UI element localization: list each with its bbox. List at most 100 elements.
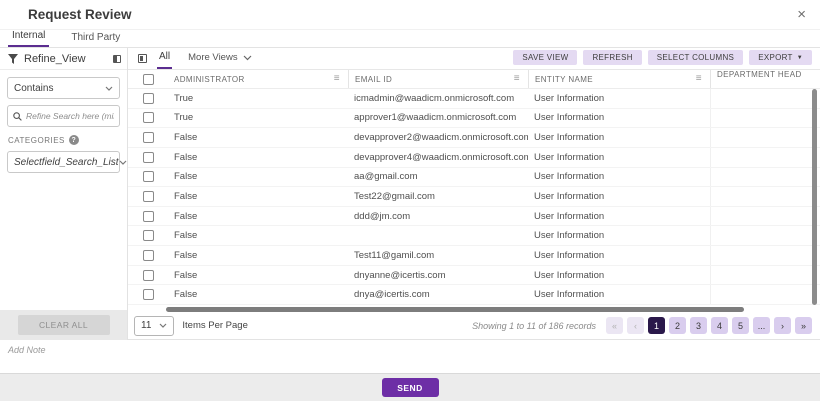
cell-entity-name: User Information <box>528 152 710 163</box>
row-checkbox[interactable] <box>143 230 154 241</box>
cell-entity-name: User Information <box>528 270 710 281</box>
vertical-scrollbar[interactable] <box>812 89 817 305</box>
cell-email-id: Test22@gmail.com <box>348 191 528 202</box>
chevron-down-icon <box>243 55 252 61</box>
cell-entity-name: User Information <box>528 112 710 123</box>
row-checkbox[interactable] <box>143 93 154 104</box>
category-select[interactable]: Selectfield_Search_List <box>7 151 120 173</box>
categories-label: CATEGORIES <box>8 136 65 145</box>
column-menu-icon[interactable]: ≡ <box>696 74 704 84</box>
table-row: Falsednya@icertis.comUser Information <box>128 285 820 305</box>
view-bar: All More Views SAVE VIEW REFRESH SELECT … <box>128 48 820 70</box>
row-checkbox[interactable] <box>143 270 154 281</box>
filter-icon <box>8 54 18 64</box>
cell-administrator: False <box>168 152 348 163</box>
row-checkbox[interactable] <box>143 152 154 163</box>
refine-sidebar: Refine_View Contains CATEGORIES ? S <box>0 48 128 340</box>
column-header-department-head[interactable]: DEPARTMENT HEAD <box>710 70 820 88</box>
select-columns-button[interactable]: SELECT COLUMNS <box>648 50 743 65</box>
table-row: Falseddd@jm.comUser Information <box>128 207 820 227</box>
select-all-checkbox[interactable] <box>143 74 154 85</box>
column-menu-icon[interactable]: ≡ <box>334 74 342 84</box>
page-button-2[interactable]: 2 <box>669 317 686 334</box>
cell-administrator: False <box>168 289 348 300</box>
send-button[interactable]: SEND <box>382 378 439 397</box>
column-header-administrator[interactable]: ADMINISTRATOR ≡ <box>168 74 348 84</box>
column-header-email-id[interactable]: EMAIL ID ≡ <box>348 70 528 88</box>
more-views-label: More Views <box>188 52 237 63</box>
cell-department-head <box>710 266 820 285</box>
save-view-button[interactable]: SAVE VIEW <box>513 50 577 65</box>
cell-administrator: False <box>168 211 348 222</box>
cell-entity-name: User Information <box>528 211 710 222</box>
row-checkbox-cell <box>128 112 168 123</box>
cell-department-head <box>710 148 820 167</box>
tab-all-view[interactable]: All <box>157 51 172 69</box>
column-menu-icon[interactable]: ≡ <box>514 74 522 84</box>
grid-area: All More Views SAVE VIEW REFRESH SELECT … <box>128 48 820 340</box>
page-button-1[interactable]: 1 <box>648 317 665 334</box>
table-row: Falsednyanne@icertis.comUser Information <box>128 266 820 286</box>
row-checkbox[interactable] <box>143 171 154 182</box>
cell-department-head <box>710 168 820 187</box>
export-button[interactable]: EXPORT ▼ <box>749 50 812 65</box>
horizontal-scrollbar[interactable] <box>166 307 744 312</box>
cell-department-head <box>710 128 820 147</box>
add-note-label: Add Note <box>8 345 46 355</box>
tab-internal[interactable]: Internal <box>8 30 49 47</box>
row-checkbox[interactable] <box>143 112 154 123</box>
page-button-5[interactable]: 5 <box>732 317 749 334</box>
row-checkbox[interactable] <box>143 211 154 222</box>
operator-select[interactable]: Contains <box>7 77 120 99</box>
tab-third-party[interactable]: Third Party <box>67 32 124 47</box>
prev-page-button[interactable]: ‹ <box>627 317 644 334</box>
page-ellipsis-button[interactable]: ... <box>753 317 770 334</box>
chevron-down-icon <box>159 323 167 328</box>
page-button-4[interactable]: 4 <box>711 317 728 334</box>
cell-email-id: ddd@jm.com <box>348 211 528 222</box>
next-page-button[interactable]: › <box>774 317 791 334</box>
cell-entity-name: User Information <box>528 250 710 261</box>
cell-administrator: False <box>168 230 348 241</box>
cell-email-id: dnya@icertis.com <box>348 289 528 300</box>
caret-down-icon: ▼ <box>797 55 803 61</box>
first-page-button[interactable]: « <box>606 317 623 334</box>
pager: « ‹ 12345... › » <box>606 317 812 334</box>
refine-search-input[interactable] <box>26 111 114 121</box>
page-button-3[interactable]: 3 <box>690 317 707 334</box>
row-checkbox[interactable] <box>143 191 154 202</box>
note-area: Add Note <box>0 340 820 373</box>
table-row: Trueicmadmin@waadicm.onmicrosoft.comUser… <box>128 89 820 109</box>
chevron-down-icon <box>105 86 113 91</box>
row-checkbox-cell <box>128 250 168 261</box>
column-header-entity-name[interactable]: ENTITY NAME ≡ <box>528 70 710 88</box>
row-checkbox-cell <box>128 171 168 182</box>
operator-value: Contains <box>14 83 53 94</box>
sidebar-footer: CLEAR ALL <box>0 310 127 340</box>
more-views-dropdown[interactable]: More Views <box>188 52 251 69</box>
chevron-down-icon <box>119 160 127 165</box>
category-placeholder: Selectfield_Search_List <box>14 157 119 168</box>
clear-all-button[interactable]: CLEAR ALL <box>18 315 110 335</box>
help-icon[interactable]: ? <box>69 135 79 145</box>
collapse-sidebar-icon[interactable] <box>113 55 121 63</box>
cell-administrator: True <box>168 112 348 123</box>
sidebar-title: Refine_View <box>24 53 86 65</box>
search-icon <box>13 112 22 121</box>
select-all-cell <box>128 74 168 85</box>
collapse-panel-icon[interactable] <box>138 54 147 63</box>
row-checkbox[interactable] <box>143 250 154 261</box>
row-checkbox[interactable] <box>143 132 154 143</box>
cell-department-head <box>710 207 820 226</box>
items-per-page-select[interactable]: 11 <box>134 316 174 336</box>
refresh-button[interactable]: REFRESH <box>583 50 641 65</box>
row-checkbox[interactable] <box>143 289 154 300</box>
cell-entity-name: User Information <box>528 191 710 202</box>
last-page-button[interactable]: » <box>795 317 812 334</box>
cell-administrator: False <box>168 132 348 143</box>
row-checkbox-cell <box>128 230 168 241</box>
table-row: Falsedevapprover2@waadicm.onmicrosoft.co… <box>128 128 820 148</box>
close-icon[interactable]: × <box>797 7 806 22</box>
table-row: FalseTest11@gamil.comUser Information <box>128 246 820 266</box>
row-checkbox-cell <box>128 93 168 104</box>
